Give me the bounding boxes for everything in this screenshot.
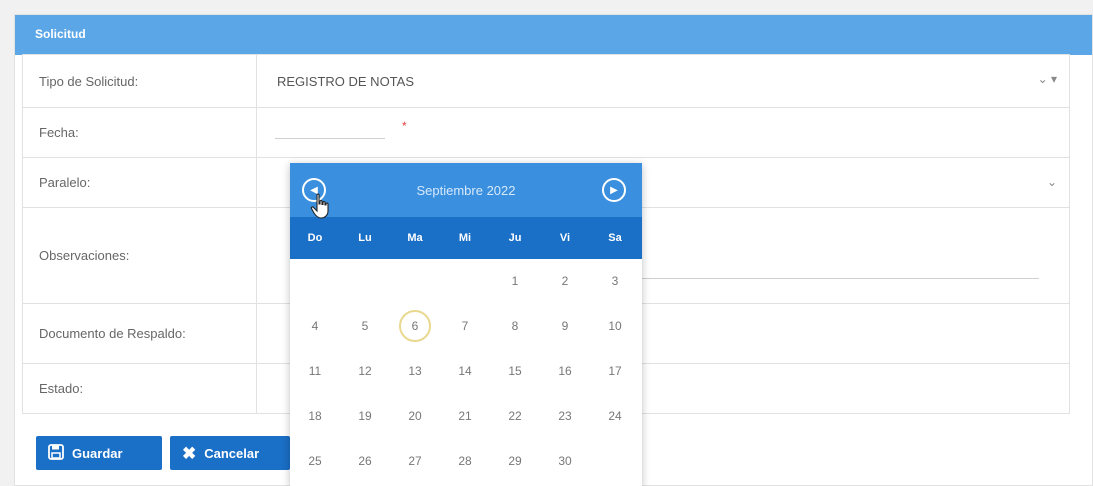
datepicker-month-title[interactable]: Septiembre 2022 <box>290 183 642 198</box>
day-cell[interactable]: 18 <box>290 394 340 439</box>
observaciones-label: Observaciones: <box>39 248 130 263</box>
day-cell[interactable]: 17 <box>590 349 640 394</box>
day-cell[interactable]: 4 <box>290 304 340 349</box>
day-cell[interactable]: 13 <box>390 349 440 394</box>
weekday-label: Mi <box>458 232 472 244</box>
row-fecha: Fecha: * <box>22 108 1070 158</box>
weekday-label: Do <box>307 232 323 244</box>
weekday-label: Ma <box>407 232 423 244</box>
day-cell <box>590 439 640 484</box>
fecha-label: Fecha: <box>39 125 79 140</box>
day-cell <box>340 259 390 304</box>
weekday-label: Lu <box>358 232 372 244</box>
day-cell[interactable]: 29 <box>490 439 540 484</box>
fecha-underline <box>275 138 385 139</box>
hand-cursor-icon <box>310 193 330 219</box>
day-cell[interactable]: 3 <box>590 259 640 304</box>
save-button-label: Guardar <box>72 445 123 461</box>
panel-title: Solicitud <box>35 27 86 41</box>
observaciones-underline <box>627 278 1039 279</box>
day-cell[interactable]: 16 <box>540 349 590 394</box>
floppy-disk-icon <box>48 443 64 463</box>
day-cell[interactable]: 22 <box>490 394 540 439</box>
day-cell[interactable]: 2 <box>540 259 590 304</box>
datepicker-week: 25 26 27 28 29 30 <box>290 439 642 484</box>
datepicker-header: ◀ Septiembre 2022 ▶ <box>290 163 642 217</box>
datepicker-week: 1 2 3 <box>290 259 642 304</box>
tipo-solicitud-label: Tipo de Solicitud: <box>39 74 139 89</box>
day-cell[interactable]: 8 <box>490 304 540 349</box>
weekday-label: Sa <box>608 232 622 244</box>
save-button[interactable]: Guardar <box>36 436 162 470</box>
day-cell[interactable]: 26 <box>340 439 390 484</box>
day-cell[interactable]: 5 <box>340 304 390 349</box>
day-cell[interactable]: 28 <box>440 439 490 484</box>
day-cell[interactable]: 1 <box>490 259 540 304</box>
day-cell[interactable]: 24 <box>590 394 640 439</box>
day-cell[interactable]: 9 <box>540 304 590 349</box>
datepicker-week: 11 12 13 14 15 16 17 <box>290 349 642 394</box>
day-cell[interactable]: 25 <box>290 439 340 484</box>
day-cell[interactable]: 7 <box>440 304 490 349</box>
datepicker-week: 18 19 20 21 22 23 24 <box>290 394 642 439</box>
tipo-solicitud-value: REGISTRO DE NOTAS <box>277 74 414 89</box>
chevron-down-icon[interactable]: ⌄ <box>1047 175 1057 189</box>
chevron-down-icon[interactable]: ⌄ ▾ <box>1038 72 1057 86</box>
row-tipo-solicitud: Tipo de Solicitud: REGISTRO DE NOTAS ⌄ ▾ <box>22 54 1070 108</box>
cancel-button[interactable]: ✖ Cancelar <box>170 436 290 470</box>
day-cell <box>440 259 490 304</box>
x-icon: ✖ <box>182 443 197 463</box>
cancel-button-label: Cancelar <box>204 445 260 461</box>
fecha-input[interactable]: * <box>256 108 1069 157</box>
day-cell[interactable]: 15 <box>490 349 540 394</box>
estado-label: Estado: <box>39 381 84 396</box>
paralelo-label: Paralelo: <box>39 175 91 190</box>
panel-header: Solicitud <box>15 15 1092 55</box>
day-cell[interactable]: 20 <box>390 394 440 439</box>
weekday-label: Ju <box>508 232 522 244</box>
day-cell[interactable]: 21 <box>440 394 490 439</box>
day-cell[interactable]: 23 <box>540 394 590 439</box>
day-cell[interactable]: 14 <box>440 349 490 394</box>
day-cell[interactable]: 30 <box>540 439 590 484</box>
day-cell-today[interactable]: 6 <box>390 304 440 349</box>
datepicker: ◀ Septiembre 2022 ▶ Do Lu Ma Mi Ju Vi Sa… <box>290 163 642 486</box>
tipo-solicitud-select[interactable]: REGISTRO DE NOTAS ⌄ ▾ <box>256 55 1069 107</box>
required-mark: * <box>402 119 407 133</box>
day-cell <box>390 259 440 304</box>
day-cell[interactable]: 10 <box>590 304 640 349</box>
day-cell[interactable]: 12 <box>340 349 390 394</box>
datepicker-days-grid: 1 2 3 4 5 6 7 8 9 10 11 12 13 14 15 16 1… <box>290 259 642 484</box>
datepicker-weekdays: Do Lu Ma Mi Ju Vi Sa <box>290 217 642 259</box>
weekday-label: Vi <box>559 232 571 244</box>
day-cell[interactable]: 11 <box>290 349 340 394</box>
day-cell <box>290 259 340 304</box>
datepicker-week: 4 5 6 7 8 9 10 <box>290 304 642 349</box>
day-cell[interactable]: 27 <box>390 439 440 484</box>
documento-label: Documento de Respaldo: <box>39 326 186 341</box>
chevron-right-circle-icon[interactable]: ▶ <box>602 178 626 202</box>
day-cell[interactable]: 19 <box>340 394 390 439</box>
